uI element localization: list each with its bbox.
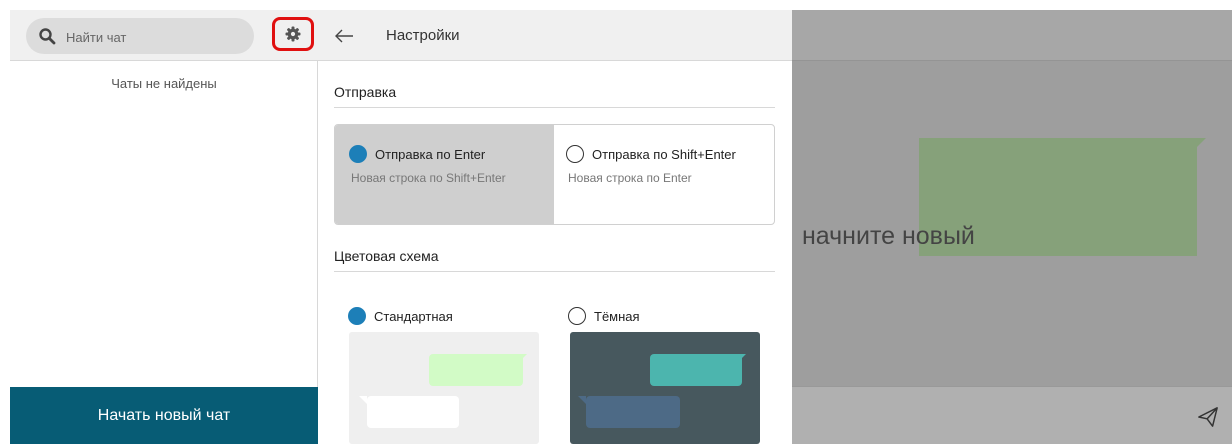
send-option-shift-enter[interactable]: Отправка по Shift+Enter Новая строка по … [554,125,774,224]
bubble-tail [519,354,527,362]
chat-area: начните новый [792,10,1232,444]
arrow-left-icon[interactable] [332,24,356,48]
theme-preview-standard[interactable] [349,332,539,444]
sending-options: Отправка по Enter Новая строка по Shift+… [334,124,775,225]
search-input[interactable] [64,24,248,50]
send-icon[interactable] [1197,406,1219,428]
radio-selected[interactable] [349,145,367,163]
settings-title: Настройки [386,27,460,44]
theme-option-label: Тёмная [594,308,640,324]
chat-hint-text: начните новый [802,222,975,250]
radio-selected[interactable] [348,307,366,325]
color-scheme-section-title: Цветовая схема [334,248,439,264]
settings-button[interactable] [272,17,314,51]
new-chat-button[interactable]: Начать новый чат [10,387,318,444]
empty-chats-text: Чаты не найдены [111,76,217,91]
send-option-label: Отправка по Enter [375,146,486,162]
settings-header: Настройки [318,10,792,61]
chat-footer [792,386,1232,444]
send-option-enter[interactable]: Отправка по Enter Новая строка по Shift+… [335,125,554,224]
top-strip [0,0,1232,10]
send-option-description: Новая строка по Shift+Enter [351,171,506,185]
gear-icon [285,26,301,42]
bubble-tail [1192,138,1206,152]
theme-option-dark[interactable]: Тёмная [568,307,640,325]
incoming-bubble-preview [586,396,680,428]
bubble-tail [738,354,746,362]
sending-section-title: Отправка [334,84,397,100]
send-option-label: Отправка по Shift+Enter [592,146,736,162]
bubble-tail [359,396,367,404]
section-divider [334,107,775,108]
bubble-tail [578,396,586,404]
radio-unselected[interactable] [568,307,586,325]
search-box[interactable] [26,18,254,54]
theme-preview-dark[interactable] [570,332,760,444]
send-option-description: Новая строка по Enter [568,171,692,185]
chat-header [792,10,1232,61]
settings-pane: Настройки Отправка Отправка по Enter Нов… [318,10,792,444]
theme-option-standard[interactable]: Стандартная [348,307,453,325]
incoming-bubble-preview [367,396,459,428]
search-icon [39,28,56,45]
outgoing-bubble-preview [650,354,742,386]
chat-list-header [10,10,318,61]
chat-list-pane: Чаты не найдены Начать новый чат [10,10,318,444]
theme-option-label: Стандартная [374,308,453,324]
outgoing-bubble-preview [429,354,523,386]
section-divider [334,271,775,272]
radio-unselected[interactable] [566,145,584,163]
